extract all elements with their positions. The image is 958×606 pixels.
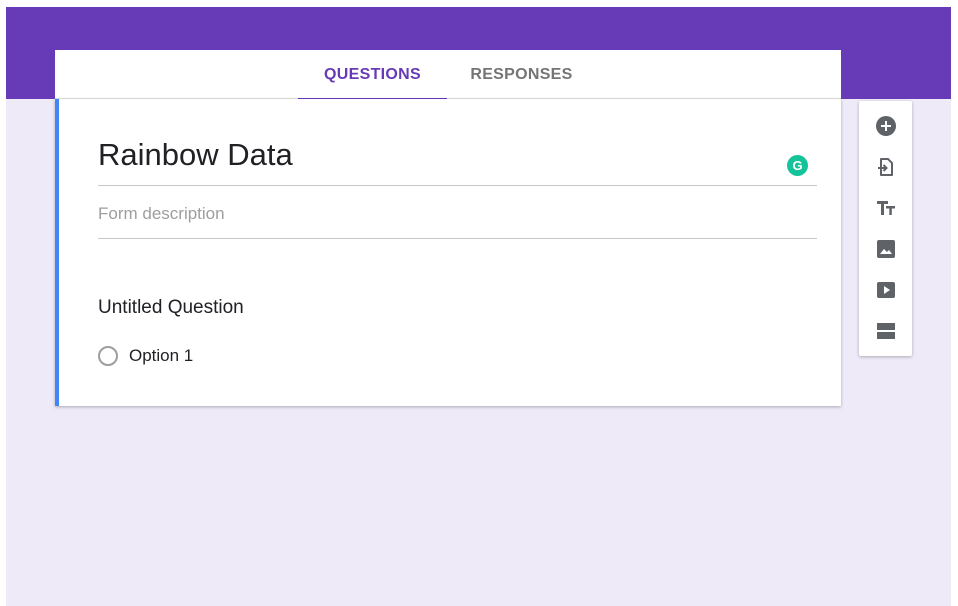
grammarly-icon[interactable]: G — [787, 155, 808, 176]
form-description-placeholder[interactable]: Form description — [98, 203, 817, 225]
form-title[interactable]: Rainbow Data — [98, 135, 293, 175]
tab-responses[interactable]: RESPONSES — [447, 50, 596, 99]
add-title-button[interactable] — [859, 188, 912, 228]
question-title[interactable]: Untitled Question — [98, 297, 244, 319]
add-question-icon — [875, 116, 896, 136]
form-description-field[interactable]: Form description — [98, 203, 817, 239]
active-card-indicator — [55, 99, 59, 406]
add-section-icon — [876, 323, 895, 339]
form-header-card: Rainbow Data G Form description Untitled… — [55, 99, 841, 406]
add-image-icon — [876, 240, 895, 258]
add-title-icon — [876, 201, 895, 215]
option-row[interactable]: Option 1 — [98, 346, 193, 366]
add-question-button[interactable] — [859, 106, 912, 146]
tab-bar: QUESTIONS RESPONSES — [55, 50, 841, 100]
import-questions-button[interactable] — [859, 147, 912, 187]
option-label[interactable]: Option 1 — [129, 346, 193, 366]
tab-questions[interactable]: QUESTIONS — [298, 50, 447, 100]
radio-button-icon[interactable] — [98, 346, 118, 366]
side-toolbar — [859, 101, 912, 356]
form-title-field[interactable]: Rainbow Data G — [98, 135, 817, 186]
add-video-icon — [876, 282, 895, 298]
add-section-button[interactable] — [859, 311, 912, 351]
import-questions-icon — [877, 158, 893, 176]
add-video-button[interactable] — [859, 270, 912, 310]
forms-app: QUESTIONS RESPONSES Rainbow Data G Form … — [6, 7, 951, 606]
add-image-button[interactable] — [859, 229, 912, 269]
